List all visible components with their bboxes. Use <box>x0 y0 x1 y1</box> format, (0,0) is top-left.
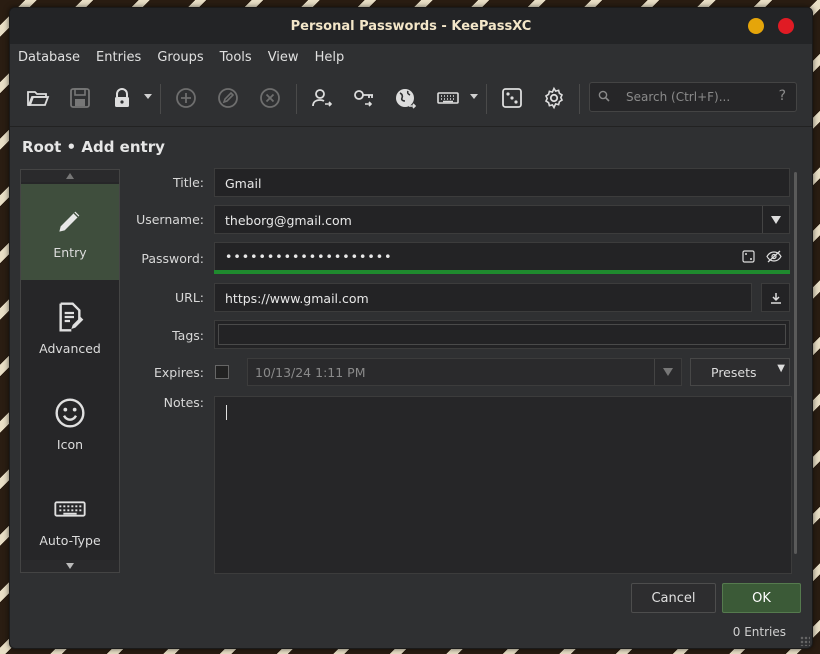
open-url-icon[interactable] <box>392 84 420 112</box>
username-dropdown-button[interactable] <box>762 206 789 233</box>
expires-checkbox[interactable] <box>215 365 229 379</box>
category-list: Entry Advanced Icon Auto-Type <box>20 169 120 573</box>
minimize-button[interactable] <box>748 18 764 34</box>
presets-arrow-icon: ▼ <box>777 363 785 374</box>
expires-date-dropdown[interactable] <box>654 359 681 385</box>
smiley-icon <box>55 397 85 428</box>
keyboard-icon <box>54 500 86 517</box>
text-caret <box>226 405 227 420</box>
menu-tools[interactable]: Tools <box>212 50 260 65</box>
url-field[interactable]: https://www.gmail.com <box>214 283 752 312</box>
menu-entries[interactable]: Entries <box>88 50 149 65</box>
autotype-keyboard-icon[interactable] <box>434 84 462 112</box>
search-placeholder: Search (Ctrl+F)... <box>626 90 731 104</box>
toolbar: Search (Ctrl+F)... ? <box>10 70 812 127</box>
presets-button[interactable]: Presets ▼ <box>690 358 790 386</box>
search-help-icon[interactable]: ? <box>779 88 786 104</box>
copy-username-icon[interactable] <box>308 84 336 112</box>
document-edit-icon <box>59 301 84 332</box>
menu-database[interactable]: Database <box>10 50 88 65</box>
page-heading: Root • Add entry <box>22 138 165 156</box>
category-auto-type-label: Auto-Type <box>39 532 101 548</box>
pencil-icon <box>59 211 80 232</box>
category-auto-type[interactable]: Auto-Type <box>21 472 119 568</box>
url-value: https://www.gmail.com <box>225 291 369 306</box>
resize-grip[interactable] <box>800 636 810 646</box>
form-scrollbar[interactable] <box>794 172 797 554</box>
toggle-password-visibility-icon[interactable] <box>766 250 782 263</box>
category-entry-label: Entry <box>53 244 87 260</box>
category-entry[interactable]: Entry <box>21 184 119 280</box>
url-label: URL: <box>174 290 204 305</box>
cancel-button[interactable]: Cancel <box>631 583 716 613</box>
category-icon-label: Icon <box>56 436 84 452</box>
add-entry-icon[interactable] <box>172 84 200 112</box>
ok-button[interactable]: OK <box>722 583 801 613</box>
password-strength-bar <box>214 270 790 274</box>
title-field[interactable]: Gmail <box>214 168 790 197</box>
search-box[interactable]: Search (Ctrl+F)... ? <box>589 82 797 112</box>
presets-label: Presets <box>711 365 757 380</box>
title-value: Gmail <box>225 176 262 191</box>
autotype-dropdown-arrow[interactable] <box>470 94 478 99</box>
notes-label: Notes: <box>163 395 204 410</box>
category-scroll-down[interactable] <box>21 560 119 572</box>
menu-groups[interactable]: Groups <box>149 50 211 65</box>
category-advanced-label: Advanced <box>39 340 101 356</box>
window-title: Personal Passwords - KeePassXC <box>290 18 532 34</box>
keepassxc-window: Personal Passwords - KeePassXC Database … <box>9 7 813 649</box>
generate-password-dice-icon[interactable] <box>742 250 755 263</box>
expires-date-field[interactable]: 10/13/24 1:11 PM <box>247 358 682 386</box>
lock-dropdown-arrow[interactable] <box>144 94 152 99</box>
username-value: theborg@gmail.com <box>225 213 352 228</box>
username-field[interactable]: theborg@gmail.com <box>214 205 790 234</box>
notes-textarea[interactable] <box>214 396 792 574</box>
username-label: Username: <box>136 212 204 227</box>
delete-entry-icon[interactable] <box>256 84 284 112</box>
lock-database-icon[interactable] <box>108 84 136 112</box>
copy-password-icon[interactable] <box>350 84 378 112</box>
download-icon <box>770 292 781 304</box>
password-label: Password: <box>141 251 204 266</box>
menu-view[interactable]: View <box>260 50 307 65</box>
open-database-icon[interactable] <box>24 84 52 112</box>
category-icon[interactable]: Icon <box>21 376 119 472</box>
settings-gear-icon[interactable] <box>540 84 568 112</box>
menu-help[interactable]: Help <box>307 50 353 65</box>
download-favicon-button[interactable] <box>761 283 790 312</box>
expires-date-value: 10/13/24 1:11 PM <box>255 365 366 380</box>
password-field[interactable]: •••••••••••••••••••• <box>214 242 790 272</box>
save-database-icon[interactable] <box>66 84 94 112</box>
close-window-button[interactable] <box>778 18 794 34</box>
menu-bar: Database Entries Groups Tools View Help <box>10 44 812 70</box>
password-generator-dice-icon[interactable] <box>498 84 526 112</box>
title-label: Title: <box>173 175 204 190</box>
edit-entry-icon[interactable] <box>214 84 242 112</box>
tags-field[interactable] <box>214 320 790 349</box>
category-scroll-up[interactable] <box>21 170 119 182</box>
category-advanced[interactable]: Advanced <box>21 280 119 376</box>
search-icon <box>598 90 610 102</box>
password-value: •••••••••••••••••••• <box>225 249 393 264</box>
title-bar: Personal Passwords - KeePassXC <box>10 8 812 44</box>
tags-label: Tags: <box>172 328 204 343</box>
expires-label: Expires: <box>154 365 204 380</box>
entry-count-status: 0 Entries <box>732 625 786 639</box>
